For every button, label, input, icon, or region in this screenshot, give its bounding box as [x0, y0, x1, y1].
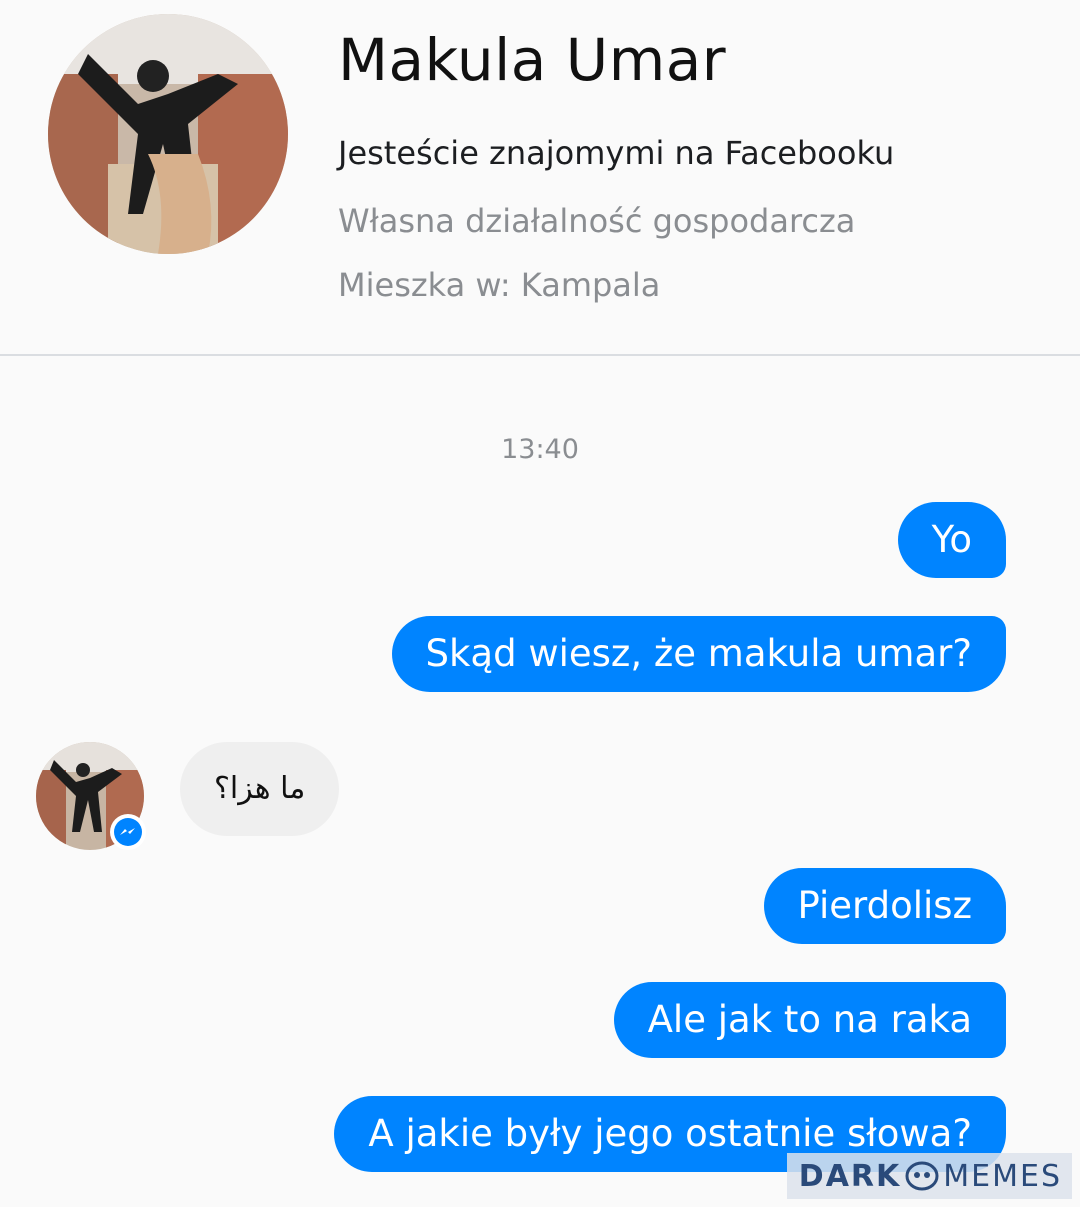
profile-header: Makula Umar Jesteście znajomymi na Faceb… [0, 0, 1080, 356]
watermark: DARK MEMES [786, 1153, 1072, 1199]
watermark-text-dark: DARK [798, 1158, 902, 1194]
profile-work: Własna działalność gospodarcza [338, 202, 856, 240]
profile-avatar[interactable] [48, 14, 288, 254]
chat-screen: Makula Umar Jesteście znajomymi na Faceb… [0, 0, 1080, 1207]
profile-photo-icon [48, 14, 288, 254]
profile-location: Mieszka w: Kampala [338, 266, 661, 304]
outgoing-message[interactable]: Yo [897, 502, 1006, 578]
message-timestamp: 13:40 [501, 434, 579, 465]
outgoing-message[interactable]: Pierdolisz [763, 868, 1006, 944]
header-divider [0, 354, 1080, 356]
messenger-badge-icon [110, 814, 146, 850]
friendship-status: Jesteście znajomymi na Facebooku [338, 134, 895, 172]
watermark-logo-icon [905, 1161, 939, 1191]
outgoing-message[interactable]: Ale jak to na raka [613, 982, 1006, 1058]
incoming-message[interactable]: ما هزا؟ [180, 742, 340, 836]
watermark-text-memes: MEMES [943, 1158, 1062, 1194]
outgoing-message[interactable]: Skąd wiesz, że makula umar? [391, 616, 1006, 692]
profile-name: Makula Umar [338, 26, 727, 94]
